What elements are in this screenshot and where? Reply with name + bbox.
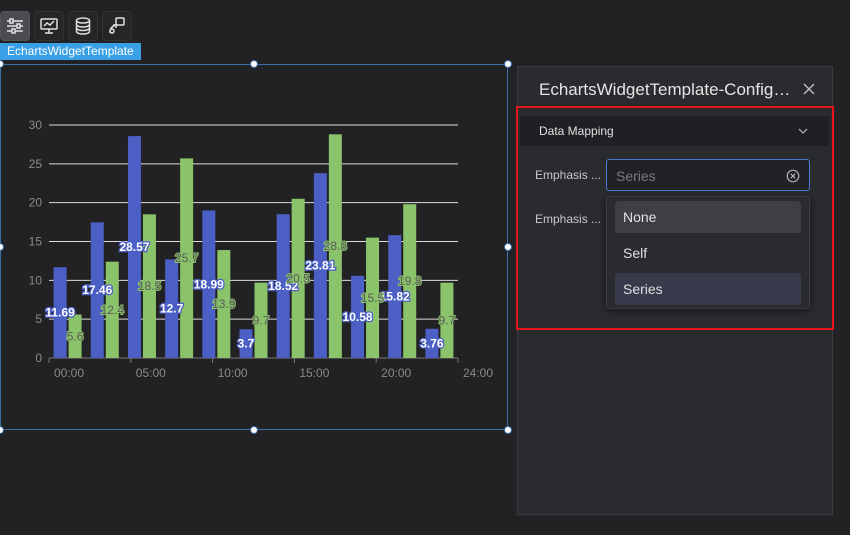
x-tick-label: 24:00 [463, 366, 493, 380]
emphasis-select[interactable]: Series [606, 159, 810, 191]
data-label-series-1: 23.81 [305, 259, 335, 273]
data-label-series-1: 17.46 [82, 283, 112, 297]
interaction-button[interactable] [102, 11, 132, 41]
y-tick-label: 0 [35, 351, 42, 365]
interaction-icon [109, 17, 125, 34]
data-label-series-1: 28.57 [119, 240, 149, 254]
database-icon [75, 17, 91, 35]
y-tick-label: 5 [35, 312, 42, 326]
y-tick-label: 10 [29, 273, 43, 287]
bar-chart: 0 5 10 15 20 25 30 00:00 05:00 10:00 15:00 20:00 24:… [29, 118, 494, 380]
data-label-series-2: 13.9 [212, 297, 236, 311]
y-tick-label: 30 [29, 118, 43, 132]
data-label-series-1: 3.76 [420, 336, 444, 350]
data-label-series-2: 19.8 [398, 274, 422, 288]
data-label-series-2: 15.5 [361, 291, 385, 305]
config-panel: EchartsWidgetTemplate-Configu… Data Mapp… [517, 66, 833, 515]
style-settings-button[interactable] [0, 11, 30, 41]
widget-name-tag[interactable]: EchartsWidgetTemplate [0, 43, 141, 60]
chevron-down-icon [798, 128, 808, 134]
data-source-button[interactable] [68, 11, 98, 41]
y-tick-label: 20 [29, 196, 43, 210]
section-title: Data Mapping [539, 124, 614, 138]
widget-toolbar [0, 11, 132, 41]
data-label-series-2: 20.5 [287, 271, 311, 285]
select-dropdown: None Self Series [606, 196, 810, 309]
option-none[interactable]: None [615, 201, 801, 233]
x-tick-label: 00:00 [54, 366, 84, 380]
data-label-series-2: 28.8 [324, 239, 348, 253]
data-label-series-2: 12.4 [101, 303, 125, 317]
emphasis-label: Emphasis ... [535, 168, 602, 182]
data-mapping-section-header[interactable]: Data Mapping [520, 116, 829, 146]
data-label-series-2: 25.7 [175, 251, 199, 265]
data-label-series-2: 5.6 [67, 329, 84, 343]
panel-title: EchartsWidgetTemplate-Configu… [539, 80, 791, 99]
emphasis-label-2: Emphasis ... [535, 212, 602, 226]
data-label-series-1: 11.69 [45, 306, 75, 320]
data-label-series-1: 3.7 [238, 337, 255, 351]
data-label-series-2: 18.5 [138, 279, 162, 293]
data-label-series-1: 18.99 [194, 277, 224, 291]
select-placeholder: Series [616, 168, 656, 184]
data-label-series-2: 9.7 [253, 313, 270, 327]
y-tick-label: 25 [29, 157, 43, 171]
x-tick-label: 05:00 [136, 366, 166, 380]
sliders-icon [7, 18, 23, 34]
option-self[interactable]: Self [615, 237, 801, 269]
chart-edit-button[interactable] [34, 11, 64, 41]
y-tick-label: 15 [29, 235, 43, 249]
data-label-series-1: 10.58 [343, 310, 373, 324]
data-label-series-1: 15.82 [380, 290, 410, 304]
chart-edit-icon [40, 18, 58, 34]
x-tick-label: 10:00 [218, 366, 248, 380]
option-series[interactable]: Series [615, 273, 801, 305]
data-label-series-1: 12.7 [160, 302, 184, 316]
close-icon[interactable] [801, 81, 817, 97]
x-tick-label: 20:00 [381, 366, 411, 380]
x-tick-label: 15:00 [299, 366, 329, 380]
data-label-series-2: 9.7 [439, 313, 456, 327]
clear-icon[interactable] [786, 169, 800, 183]
